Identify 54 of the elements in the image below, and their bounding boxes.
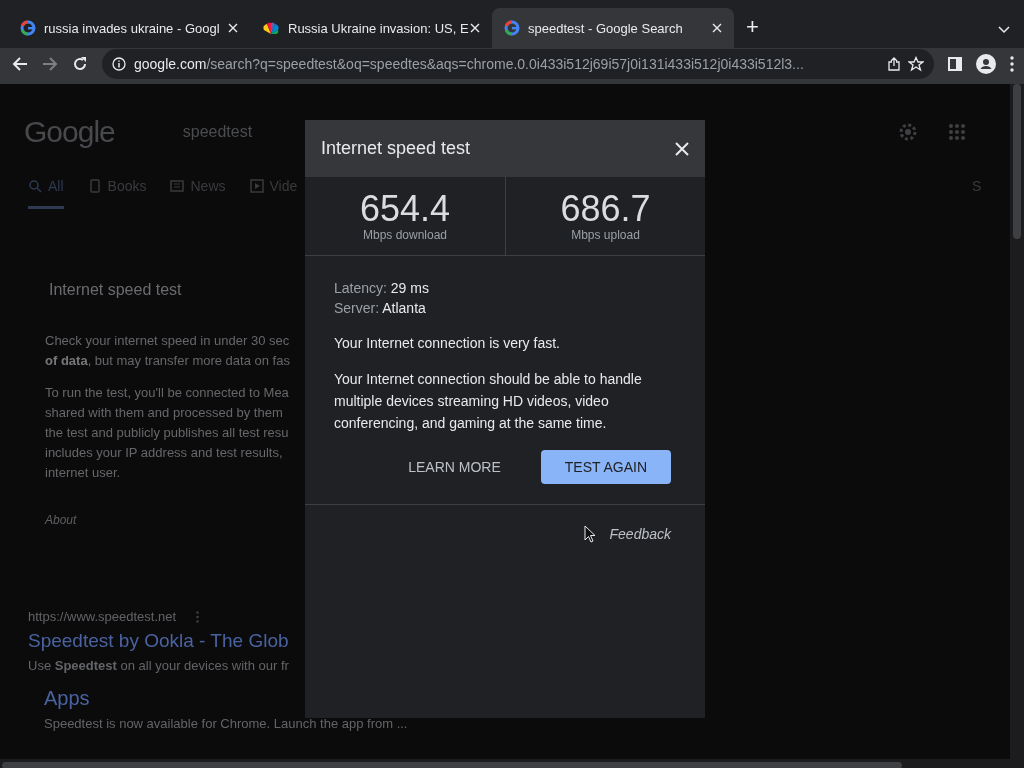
news-icon xyxy=(170,179,185,193)
speed-label: Mbps download xyxy=(362,228,448,242)
address-bar[interactable]: google.com/search?q=speedtest&oq=speedtes&aqs=chrome.0.0i433i512j69i57j0i131i433i512j0i433i512l3... xyxy=(102,49,934,79)
sitelink-snippet: Speedtest is now available for Chrome. Launch the app from ... xyxy=(44,716,408,731)
google-g-icon xyxy=(504,20,520,36)
detail-label: Server: xyxy=(334,300,380,316)
feedback-link[interactable]: Feedback xyxy=(609,526,671,542)
result-snippet: Use Speedtest on all your devices with our fr xyxy=(28,658,289,673)
reload-icon[interactable] xyxy=(72,56,88,72)
search-icon xyxy=(28,179,42,193)
back-arrow-icon[interactable] xyxy=(12,56,28,72)
peacock-icon xyxy=(262,21,280,35)
close-icon[interactable] xyxy=(470,23,480,33)
close-button[interactable] xyxy=(675,141,689,156)
card-title: Internet speed test xyxy=(49,281,182,299)
browser-tab[interactable]: Russia Ukraine invasion: US, E xyxy=(250,8,492,48)
about-link[interactable]: About xyxy=(45,513,77,527)
logo[interactable]: Google xyxy=(24,115,115,149)
forward-arrow-icon[interactable] xyxy=(42,56,58,72)
paragraph: To run the test, you'll be connected to Mea shared with them and processed by them the test and publicly publishes all test resu includes your IP address and test results, internet user. xyxy=(45,384,289,482)
result-title-link[interactable]: Speedtest by Ookla - The Glob xyxy=(28,630,289,652)
chevron-down-icon[interactable] xyxy=(998,26,1010,34)
new-tab-button[interactable]: + xyxy=(740,14,765,40)
vertical-scrollbar[interactable] xyxy=(1010,84,1024,759)
video-icon xyxy=(249,179,264,193)
result-message: Your Internet connection is very fast. xyxy=(334,334,561,353)
search-query[interactable]: speedtest xyxy=(182,123,253,141)
result-message: Your Internet connection should be able to handle multiple devices streaming HD videos, video conferencing, and gaming at the same time. xyxy=(334,370,643,433)
book-icon xyxy=(87,179,102,193)
speed-label: Mbps upload xyxy=(571,228,640,242)
share-icon[interactable] xyxy=(888,57,900,71)
more-vert-icon[interactable] xyxy=(1010,56,1014,72)
detail-value: 29 ms xyxy=(390,280,429,296)
test-again-button[interactable]: TEST AGAIN xyxy=(540,450,671,484)
result-url: https://www.speedtest.net xyxy=(28,609,177,624)
learn-more-button[interactable]: LEARN MORE xyxy=(384,450,525,484)
profile-icon[interactable] xyxy=(976,54,996,74)
star-icon[interactable] xyxy=(908,56,924,72)
search-tab[interactable]: All xyxy=(28,178,64,209)
mouse-cursor-icon xyxy=(583,525,596,543)
close-icon[interactable] xyxy=(712,23,722,33)
detail-value: Atlanta xyxy=(382,300,426,316)
dialog-title: Internet speed test xyxy=(321,138,472,159)
info-icon[interactable] xyxy=(112,57,126,71)
browser-tab[interactable]: speedtest - Google Search xyxy=(492,8,734,48)
speed-value: 686.7 xyxy=(560,190,651,228)
close-icon xyxy=(675,141,689,156)
paragraph: Check your internet speed in under 30 sec of data, but may transfer more data on fas xyxy=(45,332,290,370)
close-icon[interactable] xyxy=(228,23,238,33)
side-panel-icon[interactable] xyxy=(948,57,962,71)
speed-value: 654.4 xyxy=(359,190,451,228)
google-g-icon xyxy=(20,20,36,36)
detail-label: Latency: xyxy=(334,280,387,296)
browser-tab[interactable]: russia invades ukraine - Googl xyxy=(8,8,250,48)
